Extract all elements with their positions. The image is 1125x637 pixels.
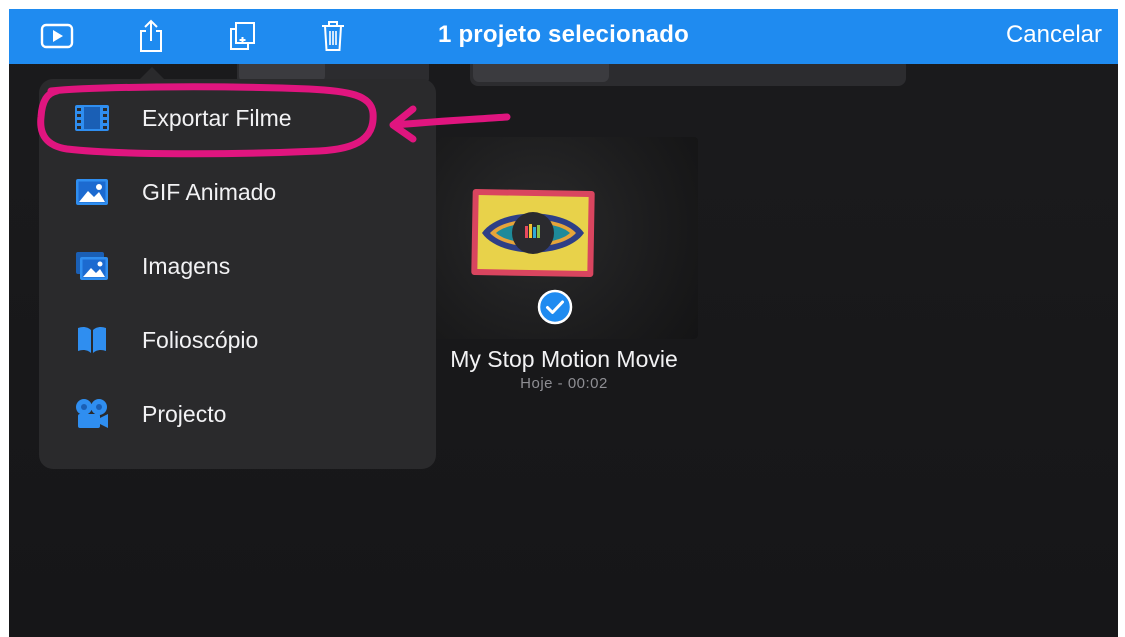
app-window: 1 projeto selecionado Cancelar My Stop M… xyxy=(9,9,1118,637)
arrow-annotation xyxy=(389,105,511,143)
annotation-overlay xyxy=(37,83,511,158)
highlight-circle-annotation xyxy=(37,83,377,158)
